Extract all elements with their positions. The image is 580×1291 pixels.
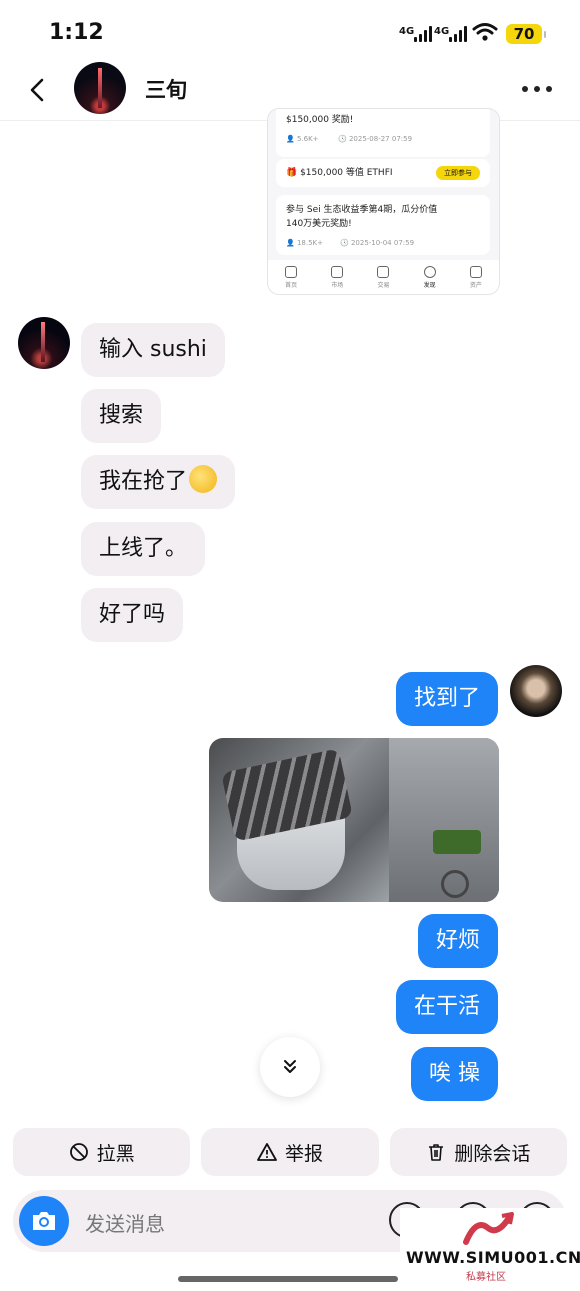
watermark-subtitle: 私募社区: [466, 1272, 506, 1283]
message-bubble-outgoing[interactable]: 在干活: [395, 980, 498, 1034]
contact-name[interactable]: 三旬: [145, 74, 187, 104]
signal-label-1: 4G: [399, 26, 415, 37]
block-label: 拉黑: [96, 1142, 135, 1165]
card-item-1: $150,000 奖励! 👤 5.6K+ 🕓 2025-08-27 07:59: [276, 109, 490, 157]
card-nav-discover: 发现: [423, 265, 436, 289]
message-bubble-incoming[interactable]: 我在抢了: [81, 455, 236, 509]
message-bubble-incoming[interactable]: 输入 sushi: [81, 323, 225, 377]
status-bar: 1:12 4G 4G 70: [0, 0, 580, 60]
message-bubble-outgoing[interactable]: 唉 操: [411, 1047, 498, 1101]
photo-sponge-region: [433, 830, 481, 854]
image-message[interactable]: [209, 738, 499, 902]
battery-indicator: 70: [506, 24, 546, 44]
my-avatar[interactable]: [510, 665, 562, 717]
camera-button[interactable]: [19, 1196, 69, 1246]
shared-screenshot-card[interactable]: $150,000 奖励! 👤 5.6K+ 🕓 2025-08-27 07:59 …: [267, 108, 500, 295]
thinking-face-emoji-icon: [189, 465, 218, 493]
card-item-2-title: 参与 Sei 生态收益季第4期，瓜分价值140万美元奖励!: [286, 205, 438, 229]
delete-label: 删除会话: [454, 1142, 531, 1165]
watermark-url: WWW.SIMU001.CN: [406, 1248, 580, 1267]
card-item-2: 参与 Sei 生态收益季第4期，瓜分价值140万美元奖励! 👤 18.5K+ 🕓…: [276, 195, 490, 255]
home-indicator: [178, 1276, 398, 1282]
views-count: 18.5K+: [296, 239, 323, 247]
message-bubble-outgoing[interactable]: 找到了: [395, 672, 498, 726]
conversation-actions: 拉黑 举报 删除会话: [13, 1128, 567, 1176]
report-label: 举报: [284, 1142, 323, 1165]
wifi-icon: [472, 23, 498, 41]
photo-drain-region: [441, 870, 469, 898]
wallet-icon: [469, 265, 482, 278]
double-chevron-down-icon: [284, 1060, 296, 1073]
message-bubble-incoming[interactable]: 搜索: [81, 389, 162, 443]
block-button[interactable]: 拉黑: [13, 1128, 191, 1176]
message-input[interactable]: 发送消息: [85, 1208, 165, 1237]
card-item-1-views: 👤 5.6K+: [286, 135, 319, 143]
sender-avatar[interactable]: [18, 317, 70, 369]
card-item-2-views: 👤 18.5K+: [286, 239, 323, 247]
card-nav-home: 首页: [285, 265, 298, 289]
card-item-1-date: 🕓 2025-08-27 07:59: [338, 135, 413, 143]
reward-text: 🎁 $150,000 等值 ETHFI: [286, 168, 393, 178]
site-watermark: WWW.SIMU001.CN 私募社区: [400, 1208, 580, 1286]
contact-avatar[interactable]: [74, 62, 126, 114]
card-bottom-nav: 首页 市场 交易 发现 资产: [268, 260, 499, 294]
message-bubble-outgoing[interactable]: 好烦: [417, 914, 498, 968]
message-bubble-incoming[interactable]: 好了吗: [81, 588, 184, 642]
card-nav-trade: 交易: [377, 265, 390, 289]
signal-icon-2: [449, 26, 467, 42]
trash-icon: [429, 1144, 444, 1161]
report-button[interactable]: 举报: [201, 1128, 379, 1176]
signal-icon-1: [414, 26, 432, 42]
card-item-2-date: 🕓 2025-10-04 07:59: [340, 239, 415, 247]
join-button: 立即参与: [436, 166, 480, 180]
scroll-to-bottom-button[interactable]: [260, 1037, 320, 1097]
camera-icon: [33, 1212, 55, 1230]
watermark-logo-icon: [463, 1212, 514, 1245]
card-item-1-title: $150,000 奖励!: [286, 115, 354, 125]
compass-icon: [423, 265, 436, 278]
card-nav-market: 市场: [331, 265, 344, 289]
chart-icon: [331, 265, 344, 278]
message-bubble-incoming[interactable]: 上线了。: [81, 522, 206, 576]
back-arrow-icon[interactable]: [22, 74, 54, 106]
warning-icon: [257, 1143, 277, 1161]
status-time: 1:12: [49, 20, 104, 45]
card-reward-row: 🎁 $150,000 等值 ETHFI 立即参与: [276, 159, 490, 187]
delete-conversation-button[interactable]: 删除会话: [389, 1128, 567, 1176]
more-options-icon[interactable]: [522, 86, 552, 92]
signal-label-2: 4G: [434, 26, 450, 37]
card-nav-assets: 资产: [469, 265, 482, 289]
views-count: 5.6K+: [296, 135, 319, 143]
date-text: 2025-08-27 07:59: [348, 135, 413, 143]
home-icon: [285, 265, 298, 278]
swap-icon: [377, 265, 390, 278]
date-text: 2025-10-04 07:59: [350, 239, 415, 247]
reward-label: $150,000 等值 ETHFI: [300, 168, 393, 178]
block-icon: [69, 1143, 88, 1161]
